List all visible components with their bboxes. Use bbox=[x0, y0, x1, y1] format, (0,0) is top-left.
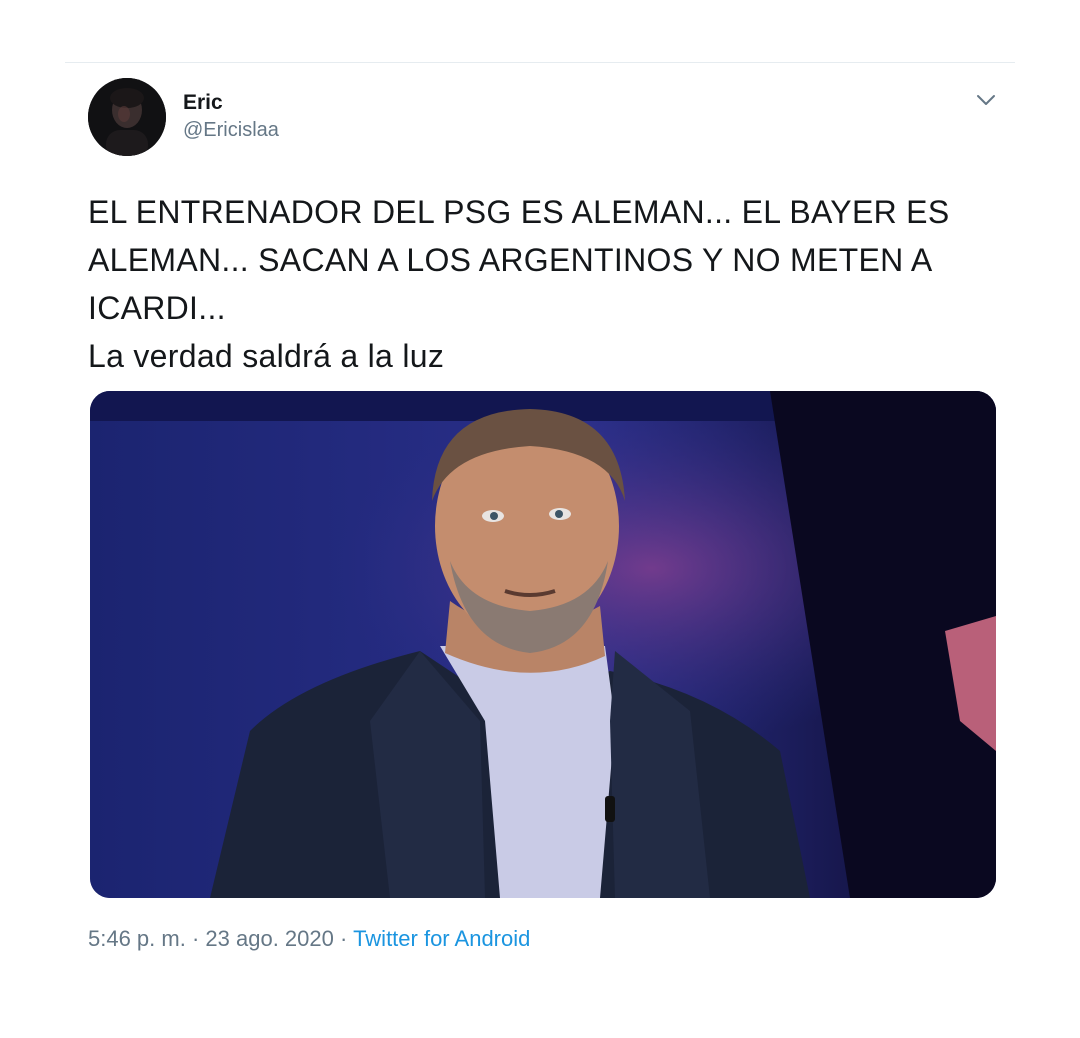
chevron-down-icon[interactable] bbox=[974, 88, 998, 112]
user-handle[interactable]: @Ericislaa bbox=[183, 116, 279, 144]
tweet-text-line: La verdad saldrá a la luz bbox=[88, 338, 445, 374]
display-name[interactable]: Eric bbox=[183, 90, 279, 116]
tweet-source-link[interactable]: Twitter for Android bbox=[353, 926, 530, 951]
top-divider bbox=[65, 62, 1015, 63]
tweet-text-line: EL ENTRENADOR DEL PSG ES ALEMAN... EL BA… bbox=[88, 194, 950, 230]
tweet-header: Eric @Ericislaa bbox=[88, 78, 998, 158]
tweet-text: EL ENTRENADOR DEL PSG ES ALEMAN... EL BA… bbox=[88, 188, 998, 380]
tweet-media-image[interactable] bbox=[90, 391, 996, 898]
avatar-image bbox=[88, 78, 166, 156]
tweet-text-line: ALEMAN... SACAN A LOS ARGENTINOS Y NO ME… bbox=[88, 242, 933, 278]
tweet-card: Eric @Ericislaa EL ENTRENADOR DEL PSG ES… bbox=[88, 78, 998, 951]
meta-separator: · bbox=[340, 926, 348, 951]
user-block: Eric @Ericislaa bbox=[183, 90, 279, 144]
tweet-meta: 5:46 p. m. · 23 ago. 2020 · Twitter for … bbox=[88, 926, 530, 952]
tweet-time[interactable]: 5:46 p. m. bbox=[88, 926, 186, 951]
avatar[interactable] bbox=[88, 78, 166, 156]
tweet-date[interactable]: 23 ago. 2020 bbox=[205, 926, 333, 951]
meta-separator: · bbox=[191, 926, 200, 951]
tweet-text-line: ICARDI... bbox=[88, 290, 226, 326]
